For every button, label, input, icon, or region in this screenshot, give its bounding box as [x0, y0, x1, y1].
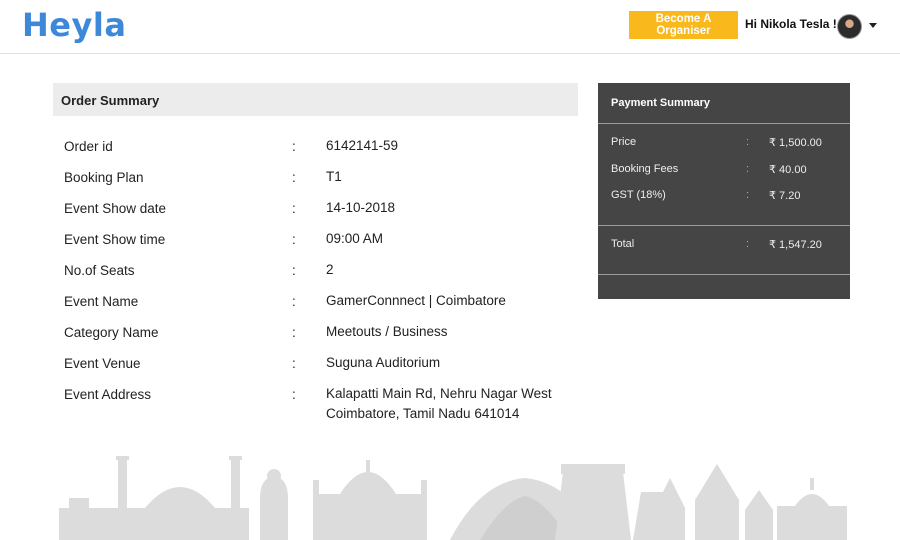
payment-row-separator: :: [746, 189, 750, 201]
top-navigation-bar: Heyla Become A Organiser Hi Nikola Tesla…: [0, 0, 900, 54]
heyla-logo[interactable]: Heyla: [22, 6, 126, 44]
order-summary-header: Order Summary: [53, 83, 578, 116]
payment-row-value: ₹ 40.00: [769, 164, 807, 176]
order-summary-title: Order Summary: [61, 93, 160, 108]
payment-row-separator: :: [746, 136, 750, 148]
user-greeting: Hi Nikola Tesla !: [745, 17, 837, 31]
payment-row-label: Booking Fees: [611, 163, 679, 175]
order-row-label: Category Name: [64, 325, 159, 340]
order-row-booking-plan: Booking Plan : T1: [53, 162, 578, 193]
order-row-separator: :: [292, 356, 296, 371]
order-row-value: 14-10-2018: [326, 200, 396, 215]
divider: [598, 274, 850, 275]
order-row-label: Event Address: [64, 387, 152, 402]
order-row-label: No.of Seats: [64, 263, 135, 278]
order-row-label: Event Venue: [64, 356, 141, 371]
address-line-1: Kalapatti Main Rd, Nehru Nagar West: [326, 386, 552, 401]
order-row-separator: :: [292, 170, 296, 185]
order-row-value: 6142141-59: [326, 138, 399, 153]
order-row-venue: Event Venue : Suguna Auditorium: [53, 348, 578, 379]
order-row-label: Order id: [64, 139, 113, 154]
payment-row-separator: :: [746, 238, 750, 250]
order-row-show-date: Event Show date : 14-10-2018: [53, 193, 578, 224]
order-row-value: Suguna Auditorium: [326, 355, 441, 370]
order-row-label: Booking Plan: [64, 170, 144, 185]
city-skyline-illustration: [59, 456, 847, 540]
order-row-value: 09:00 AM: [326, 231, 384, 246]
order-row-value: Kalapatti Main Rd, Nehru Nagar West Coim…: [326, 384, 552, 424]
order-row-value: Meetouts / Business: [326, 324, 448, 339]
payment-row-value: ₹ 7.20: [769, 190, 801, 202]
order-row-show-time: Event Show time : 09:00 AM: [53, 224, 578, 255]
payment-row-label: GST (18%): [611, 189, 666, 201]
order-row-order-id: Order id : 6142141-59: [53, 131, 578, 162]
order-row-separator: :: [292, 263, 296, 278]
divider: [598, 123, 850, 124]
payment-summary-title: Payment Summary: [611, 97, 711, 109]
order-row-separator: :: [292, 201, 296, 216]
order-row-category: Category Name : Meetouts / Business: [53, 317, 578, 348]
order-row-separator: :: [292, 294, 296, 309]
address-line-2: Coimbatore, Tamil Nadu 641014: [326, 406, 520, 421]
divider: [598, 225, 850, 226]
user-avatar[interactable]: [837, 14, 862, 39]
order-row-separator: :: [292, 387, 296, 402]
order-row-separator: :: [292, 139, 296, 154]
order-row-event-name: Event Name : GamerConnnect | Coimbatore: [53, 286, 578, 317]
order-row-value: 2: [326, 262, 334, 277]
order-row-value: GamerConnnect | Coimbatore: [326, 293, 506, 308]
payment-row-value: ₹ 1,500.00: [769, 137, 822, 149]
order-row-value: T1: [326, 169, 342, 184]
order-row-label: Event Name: [64, 294, 139, 309]
become-organiser-button[interactable]: Become A Organiser: [629, 11, 738, 39]
caret-down-icon[interactable]: [869, 23, 877, 28]
order-row-seats: No.of Seats : 2: [53, 255, 578, 286]
order-row-address: Event Address : Kalapatti Main Rd, Nehru…: [53, 379, 578, 429]
payment-row-separator: :: [746, 163, 750, 175]
payment-row-label: Price: [611, 136, 637, 148]
payment-total-label: Total: [611, 238, 635, 250]
order-row-label: Event Show time: [64, 232, 166, 247]
order-summary-list: Order id : 6142141-59 Booking Plan : T1 …: [53, 131, 578, 429]
order-row-separator: :: [292, 232, 296, 247]
payment-summary-panel: Payment Summary Price : ₹ 1,500.00 Booki…: [598, 83, 850, 299]
payment-total-value: ₹ 1,547.20: [769, 239, 822, 251]
order-row-label: Event Show date: [64, 201, 167, 216]
order-row-separator: :: [292, 325, 296, 340]
